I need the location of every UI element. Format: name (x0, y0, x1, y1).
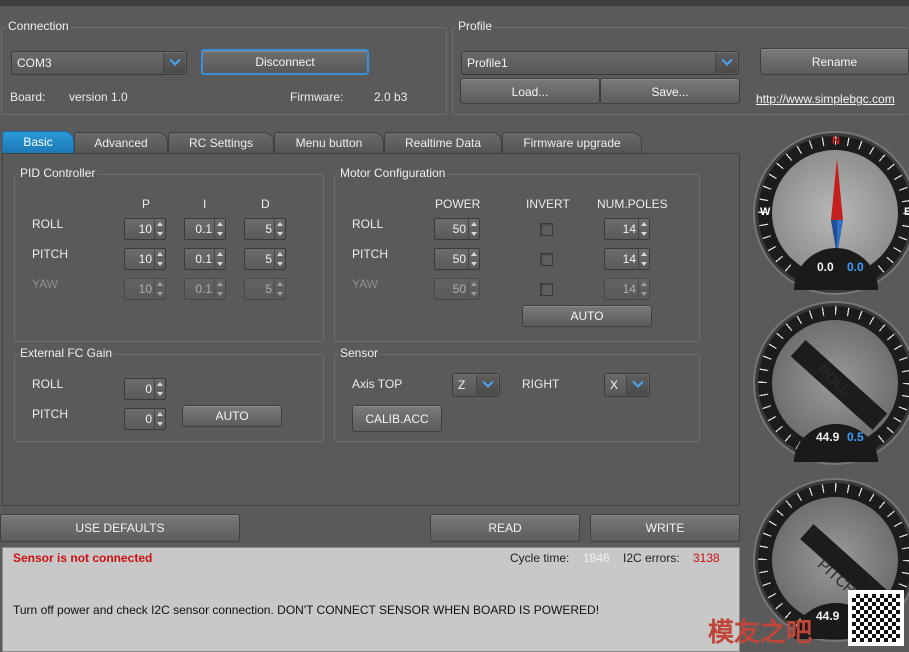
tab-menu-button[interactable]: Menu button (274, 132, 384, 153)
read-button[interactable]: READ (430, 514, 580, 542)
motor-pitch-poles[interactable]: 14 (604, 248, 650, 270)
title-bar-strip (0, 0, 909, 6)
connection-title: Connection (6, 19, 71, 33)
pid-row-pitch-label: PITCH (32, 247, 68, 261)
disconnect-button[interactable]: Disconnect (201, 49, 369, 75)
compass-gauge: N W E 0.0 0.0 (755, 133, 909, 293)
cycle-time-label: Cycle time: (510, 551, 570, 565)
status-message: Turn off power and check I2C sensor conn… (13, 603, 600, 617)
port-select[interactable]: COM3 (11, 51, 187, 75)
pid-row-roll-label: ROLL (32, 217, 64, 231)
pid-yaw-i: 0.1 (184, 278, 226, 300)
motor-roll-poles[interactable]: 14 (604, 218, 650, 240)
pitch-value-a: 44.9 (816, 609, 840, 623)
pid-pitch-d[interactable]: 5 (244, 248, 286, 270)
save-button[interactable]: Save... (600, 78, 740, 104)
profile-value: Profile1 (467, 56, 508, 70)
i2c-errors-value: 3138 (693, 551, 720, 565)
fc-gain-pitch-input[interactable]: 0 (124, 408, 166, 430)
pid-pitch-p[interactable]: 10 (124, 248, 166, 270)
motor-header-invert: INVERT (526, 197, 570, 211)
sensor-title: Sensor (338, 346, 381, 360)
chevron-down-icon (715, 53, 737, 73)
motor-pitch-power[interactable]: 50 (434, 248, 480, 270)
tab-realtime-data[interactable]: Realtime Data (384, 132, 502, 153)
roll-gauge: ROLL 44.9 0.5 (755, 303, 909, 463)
pid-header-p: P (142, 197, 151, 211)
pid-pitch-i[interactable]: 0.1 (184, 248, 226, 270)
compass-value-a: 0.0 (817, 260, 834, 274)
cycle-time-value: 1846 (583, 551, 610, 565)
tab-basic[interactable]: Basic (2, 131, 74, 153)
chevron-down-icon (476, 375, 498, 395)
compass-n-label: N (832, 135, 840, 147)
qr-code-icon (848, 590, 904, 646)
port-value: COM3 (17, 56, 52, 70)
watermark-text: 模友之吧 (708, 618, 813, 648)
motor-header-poles: NUM.POLES (597, 197, 668, 211)
axis-right-select[interactable]: X (604, 373, 650, 397)
board-label: Board: (10, 90, 46, 104)
firmware-value: 2.0 b3 (374, 90, 408, 104)
motor-header-power: POWER (435, 197, 481, 211)
fc-gain-group (14, 354, 324, 442)
pid-yaw-p: 10 (124, 278, 166, 300)
motor-yaw-invert-checkbox[interactable] (540, 283, 553, 296)
compass-value-b: 0.0 (847, 260, 864, 274)
motor-auto-button[interactable]: AUTO (522, 305, 652, 327)
load-button[interactable]: Load... (460, 78, 600, 104)
board-value: version 1.0 (69, 90, 128, 104)
compass-e-label: E (904, 206, 909, 218)
fc-gain-title: External FC Gain (18, 346, 115, 360)
motor-yaw-power: 50 (434, 278, 480, 300)
profile-select[interactable]: Profile1 (461, 51, 739, 75)
chevron-down-icon (626, 375, 648, 395)
motor-roll-invert-checkbox[interactable] (540, 223, 553, 236)
motor-yaw-poles: 14 (604, 278, 650, 300)
pid-header-i: I (203, 197, 207, 211)
pid-roll-d[interactable]: 5 (244, 218, 286, 240)
axis-right-label: RIGHT (522, 377, 560, 391)
website-link[interactable]: http://www.simplebgc.com (756, 92, 895, 106)
use-defaults-button[interactable]: USE DEFAULTS (0, 514, 240, 542)
write-button[interactable]: WRITE (590, 514, 740, 542)
pid-roll-i[interactable]: 0.1 (184, 218, 226, 240)
pid-yaw-d: 5 (244, 278, 286, 300)
fc-gain-roll-label: ROLL (32, 377, 64, 391)
tab-firmware-upgrade[interactable]: Firmware upgrade (502, 132, 642, 153)
motor-row-pitch-label: PITCH (352, 247, 388, 261)
tab-advanced[interactable]: Advanced (74, 132, 168, 153)
fc-gain-roll-input[interactable]: 0 (124, 378, 166, 400)
pid-row-yaw-label: YAW (32, 277, 58, 291)
motor-row-roll-label: ROLL (352, 217, 384, 231)
motor-roll-power[interactable]: 50 (434, 218, 480, 240)
motor-pitch-invert-checkbox[interactable] (540, 253, 553, 266)
rename-button[interactable]: Rename (760, 48, 909, 75)
fc-gain-pitch-label: PITCH (32, 407, 68, 421)
motor-title: Motor Configuration (338, 166, 448, 180)
pid-header-d: D (261, 197, 270, 211)
chevron-down-icon (163, 53, 185, 73)
roll-value-a: 44.9 (816, 430, 840, 444)
calib-acc-button[interactable]: CALIB.ACC (352, 405, 442, 432)
firmware-label: Firmware: (290, 90, 344, 104)
pid-roll-p[interactable]: 10 (124, 218, 166, 240)
pid-title: PID Controller (18, 166, 98, 180)
motor-row-yaw-label: YAW (352, 277, 378, 291)
status-error: Sensor is not connected (13, 551, 153, 565)
fc-gain-auto-button[interactable]: AUTO (182, 405, 282, 427)
profile-title: Profile (456, 19, 495, 33)
axis-top-select[interactable]: Z (452, 373, 500, 397)
compass-w-label: W (760, 206, 771, 218)
i2c-errors-label: I2C errors: (623, 551, 680, 565)
axis-top-label: Axis TOP (352, 377, 403, 391)
tab-rc-settings[interactable]: RC Settings (168, 132, 274, 153)
roll-value-b: 0.5 (847, 430, 864, 444)
